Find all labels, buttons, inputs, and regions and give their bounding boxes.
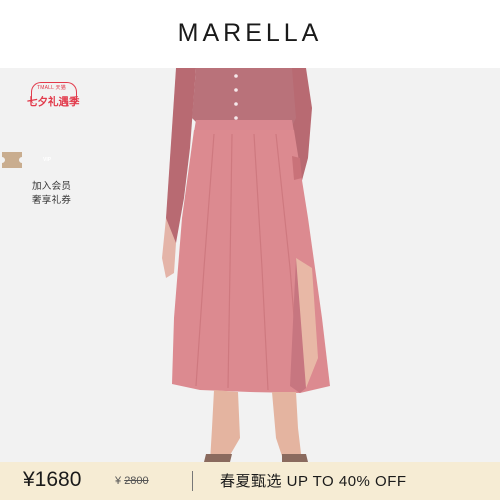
festival-badge[interactable]: TMALL 天猫 七夕礼遇季 xyxy=(27,82,81,118)
festival-badge-title: 七夕礼遇季 xyxy=(27,96,80,108)
brand-logo: MARELLA xyxy=(177,18,323,47)
festival-badge-small-text: TMALL 天猫 xyxy=(37,85,66,91)
vip-ticket-icon[interactable] xyxy=(0,150,24,170)
join-member-text[interactable]: 加入会员 xyxy=(32,178,71,192)
model-illustration xyxy=(0,68,500,462)
promo-text: 春夏甄选 UP TO 40% OFF xyxy=(220,473,407,490)
original-price-value: 2800 xyxy=(124,475,149,487)
current-price: ¥1680 xyxy=(23,468,82,491)
price-divider xyxy=(192,471,193,491)
product-page: MARELLA TMALL 天猫 七夕礼遇季 VIP 加入会员 奢享礼券 ¥16… xyxy=(0,0,500,500)
original-price: ¥ 2800 xyxy=(115,475,149,487)
brand-header: MARELLA xyxy=(0,0,500,68)
original-price-symbol: ¥ xyxy=(115,475,122,487)
vip-label: VIP xyxy=(43,157,52,163)
coupon-text[interactable]: 奢享礼券 xyxy=(32,192,71,206)
product-photo[interactable]: TMALL 天猫 七夕礼遇季 VIP 加入会员 奢享礼券 xyxy=(0,68,500,462)
